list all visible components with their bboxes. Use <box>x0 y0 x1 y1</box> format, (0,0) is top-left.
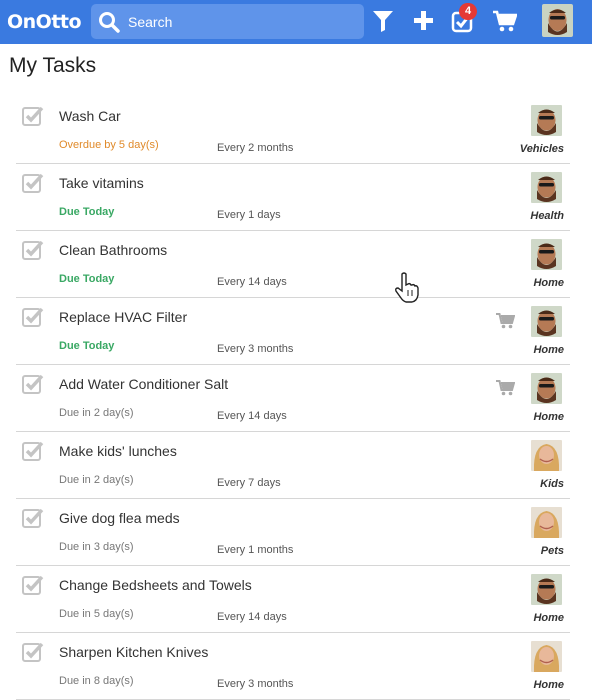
task-title[interactable]: Clean Bathrooms <box>59 242 167 258</box>
task-due-status: Overdue by 5 day(s) <box>59 139 159 151</box>
task-category: Vehicles <box>519 143 564 155</box>
search-bar[interactable]: Search <box>91 4 364 39</box>
task-frequency: Every 3 months <box>217 678 294 690</box>
task-due-status: Due Today <box>59 273 115 285</box>
hand-pointer-cursor <box>395 272 419 303</box>
task-category: Home <box>533 679 564 691</box>
task-category: Health <box>530 210 564 222</box>
assignee-avatar[interactable] <box>531 306 562 337</box>
task-frequency: Every 7 days <box>217 477 281 489</box>
task-list: Wash Car Overdue by 5 day(s) Every 2 month… <box>16 97 570 700</box>
task-title[interactable]: Wash Car <box>59 108 121 124</box>
task-row[interactable]: Clean Bathrooms Due Today Every 14 days Hom… <box>16 231 570 298</box>
task-category: Home <box>533 411 564 423</box>
task-row[interactable]: Change Bedsheets and Towels Due in 5 day(… <box>16 566 570 633</box>
task-row[interactable]: Add Water Conditioner Salt Due in 2 day(s… <box>16 365 570 432</box>
complete-task-checkbox-icon[interactable] <box>22 440 44 467</box>
task-title[interactable]: Change Bedsheets and Towels <box>59 577 252 593</box>
task-title[interactable]: Replace HVAC Filter <box>59 309 187 325</box>
task-due-status: Due in 5 day(s) <box>59 608 134 620</box>
task-title[interactable]: Sharpen Kitchen Knives <box>59 644 208 660</box>
task-row[interactable]: Give dog flea meds Due in 3 day(s) Every 1… <box>16 499 570 566</box>
task-row[interactable]: Replace HVAC Filter Due Today Every 3 mont… <box>16 298 570 365</box>
task-frequency: Every 1 months <box>217 544 294 556</box>
search-icon <box>99 11 120 33</box>
task-category: Pets <box>540 545 564 557</box>
complete-task-checkbox-icon[interactable] <box>22 373 44 400</box>
add-icon[interactable] <box>413 9 434 33</box>
task-row[interactable]: Take vitamins Due Today Every 1 days Health <box>16 164 570 231</box>
task-title[interactable]: Make kids' lunches <box>59 443 177 459</box>
search-placeholder[interactable]: Search <box>128 14 172 30</box>
task-frequency: Every 1 days <box>217 209 281 221</box>
complete-task-checkbox-icon[interactable] <box>22 507 44 534</box>
assignee-avatar[interactable] <box>531 239 562 270</box>
complete-task-checkbox-icon[interactable] <box>22 239 44 266</box>
assignee-avatar[interactable] <box>531 440 562 471</box>
task-category: Kids <box>540 478 564 490</box>
complete-task-checkbox-icon[interactable] <box>22 105 44 132</box>
page-title: My Tasks <box>9 54 97 77</box>
assignee-avatar[interactable] <box>531 373 562 404</box>
task-due-status: Due in 8 day(s) <box>59 675 134 687</box>
shopping-cart-icon[interactable] <box>496 379 516 401</box>
task-frequency: Every 14 days <box>217 611 287 623</box>
assignee-avatar[interactable] <box>531 105 562 136</box>
task-due-status: Due Today <box>59 206 115 218</box>
complete-task-checkbox-icon[interactable] <box>22 641 44 668</box>
task-frequency: Every 14 days <box>217 410 287 422</box>
filter-icon[interactable] <box>372 9 394 33</box>
task-row[interactable]: Wash Car Overdue by 5 day(s) Every 2 month… <box>16 97 570 164</box>
task-due-status: Due in 3 day(s) <box>59 541 134 553</box>
task-category: Home <box>533 344 564 356</box>
task-due-status: Due in 2 day(s) <box>59 407 134 419</box>
assignee-avatar[interactable] <box>531 172 562 203</box>
task-title[interactable]: Give dog flea meds <box>59 510 180 526</box>
assignee-avatar[interactable] <box>531 641 562 672</box>
task-row[interactable]: Make kids' lunches Due in 2 day(s) Every 7… <box>16 432 570 499</box>
task-category: Home <box>533 277 564 289</box>
complete-task-checkbox-icon[interactable] <box>22 172 44 199</box>
shopping-cart-icon[interactable] <box>496 312 516 334</box>
task-due-status: Due in 2 day(s) <box>59 474 134 486</box>
app-logo[interactable]: OnOtto <box>7 11 87 33</box>
task-category: Home <box>533 612 564 624</box>
top-navigation-bar: OnOtto Search 4 <box>0 0 592 44</box>
task-frequency: Every 3 months <box>217 343 294 355</box>
task-title[interactable]: Take vitamins <box>59 175 144 191</box>
assignee-avatar[interactable] <box>531 574 562 605</box>
assignee-avatar[interactable] <box>531 507 562 538</box>
notification-badge[interactable]: 4 <box>459 3 477 20</box>
complete-task-checkbox-icon[interactable] <box>22 574 44 601</box>
user-avatar[interactable] <box>542 4 573 37</box>
task-due-status: Due Today <box>59 340 115 352</box>
task-frequency: Every 2 months <box>217 142 294 154</box>
task-row[interactable]: Sharpen Kitchen Knives Due in 8 day(s) Eve… <box>16 633 570 700</box>
cart-icon[interactable] <box>492 9 517 33</box>
task-title[interactable]: Add Water Conditioner Salt <box>59 376 228 392</box>
task-frequency: Every 14 days <box>217 276 287 288</box>
complete-task-checkbox-icon[interactable] <box>22 306 44 333</box>
